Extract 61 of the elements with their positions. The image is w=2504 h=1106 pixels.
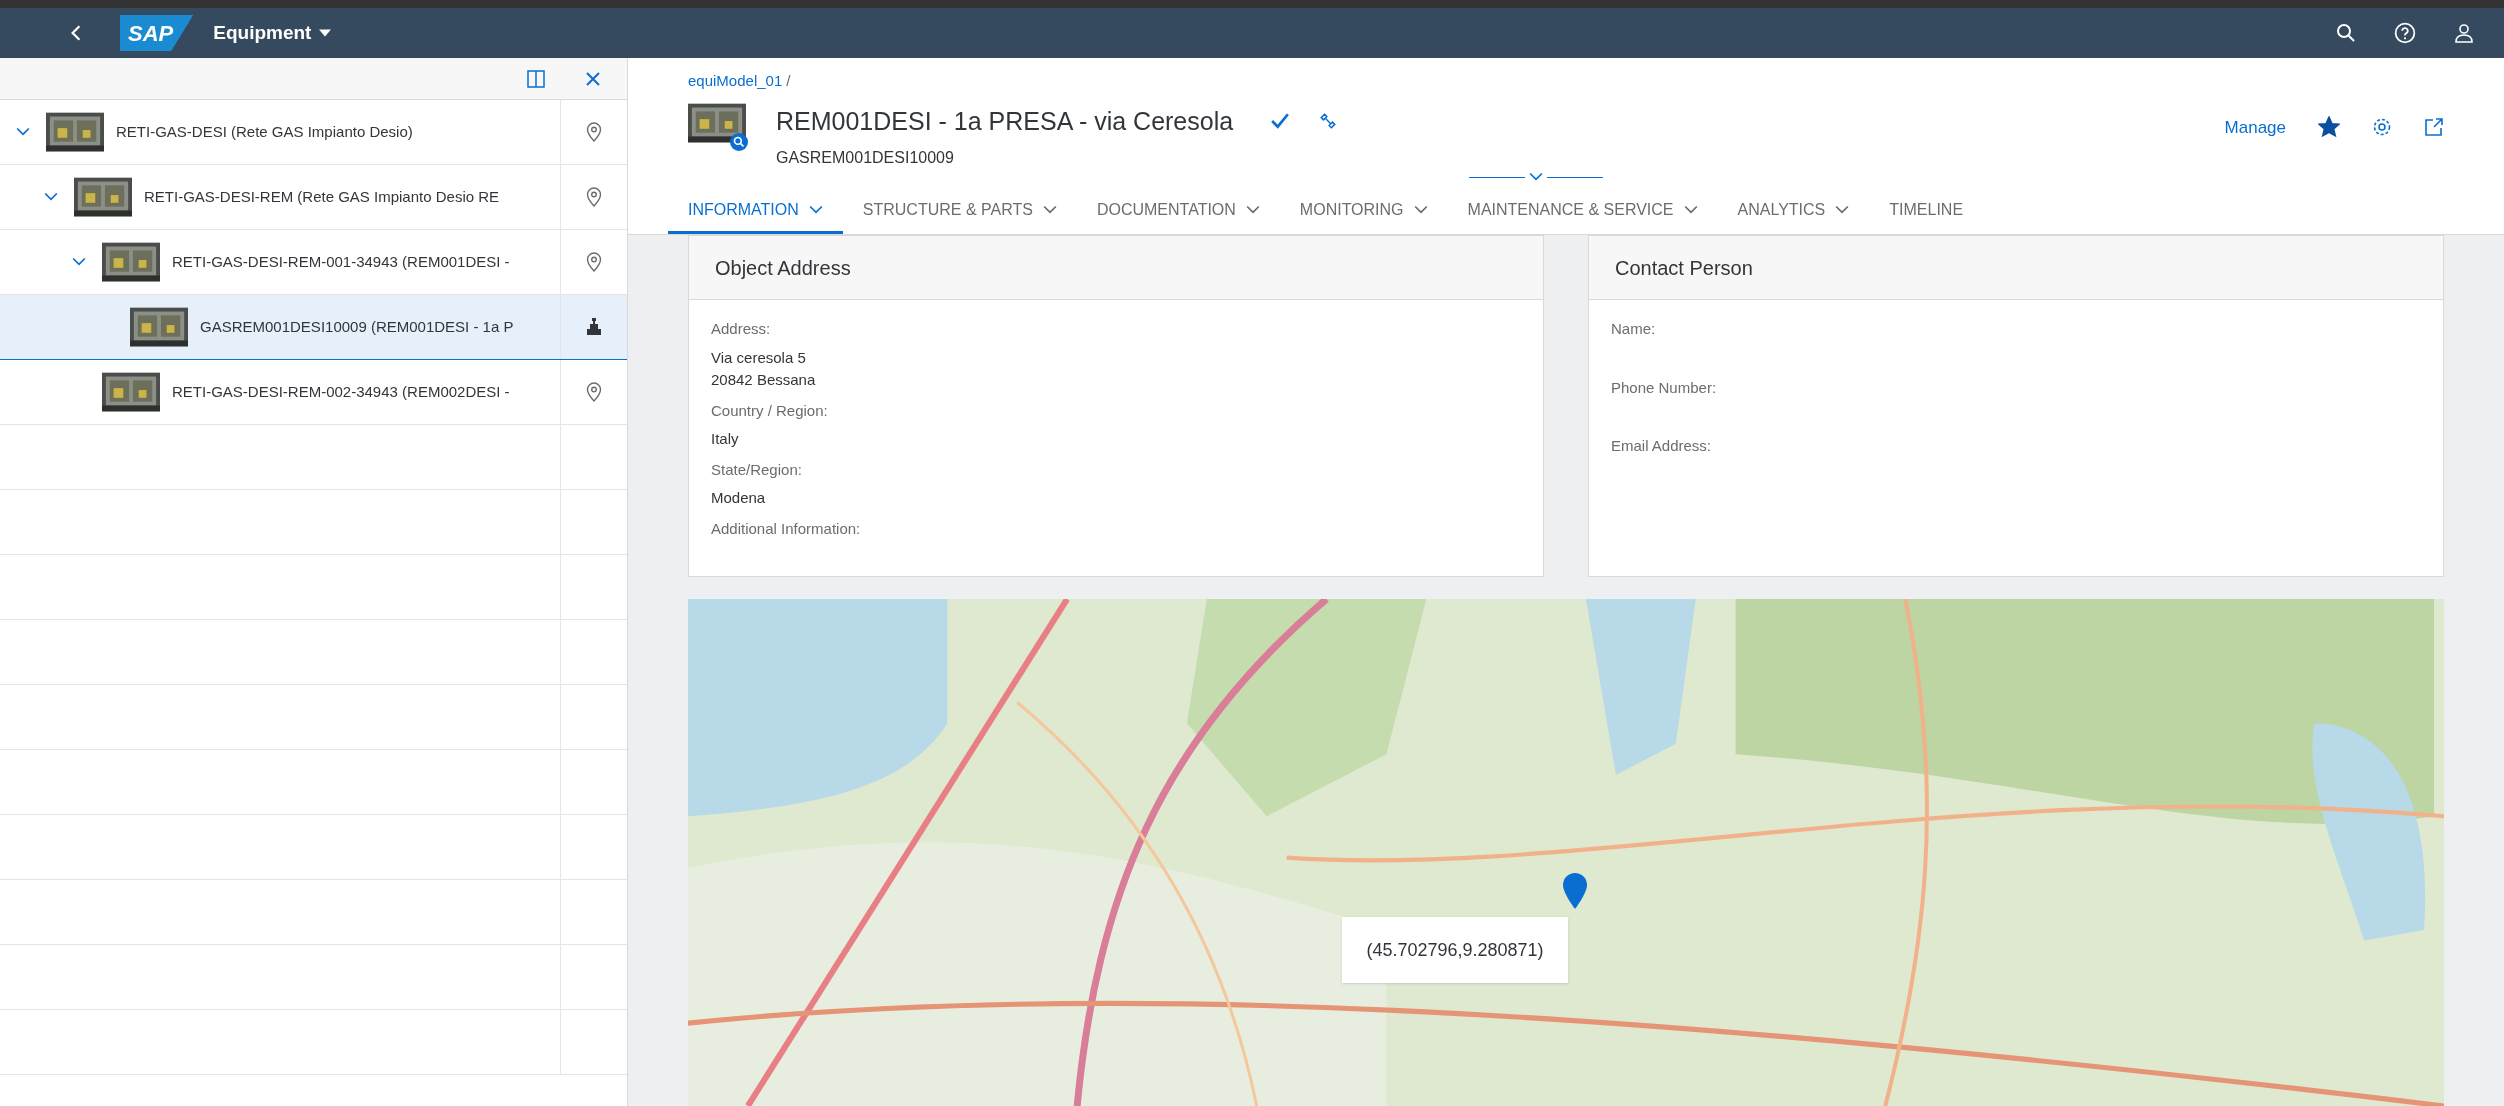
expand-chevron-icon[interactable] <box>44 192 58 202</box>
field-label: Name: <box>1611 319 1657 339</box>
tree-row[interactable]: RETI-GAS-DESI-REM-001-34943 (REM001DESI - <box>0 230 627 295</box>
tab[interactable]: MONITORING <box>1279 188 1448 234</box>
location-pin-icon[interactable] <box>586 187 602 207</box>
object-id: GASREM001DESI10009 <box>776 148 955 168</box>
field-label: Phone Number: <box>1611 377 1718 398</box>
valve-icon[interactable] <box>586 317 602 337</box>
expand-chevron-icon[interactable] <box>16 127 30 137</box>
app-title-menu[interactable]: Equipment <box>213 18 332 48</box>
favorite-star-icon[interactable] <box>2318 116 2340 139</box>
help-icon[interactable] <box>2394 22 2416 44</box>
tab[interactable]: MAINTENANCE & SERVICE <box>1447 188 1718 234</box>
tab[interactable]: STRUCTURE & PARTS <box>842 188 1077 234</box>
field-value: Via ceresola 5 <box>711 347 807 368</box>
search-icon[interactable] <box>2336 23 2356 43</box>
breadcrumb-separator: / <box>786 71 791 91</box>
tree-row[interactable]: RETI-GAS-DESI-REM (Rete GAS Impianto Desio RE <box>0 165 627 230</box>
field-value: Italy <box>711 429 740 449</box>
tab[interactable]: TIMELINE <box>1869 188 1984 234</box>
split-view-icon[interactable] <box>527 69 545 88</box>
location-pin-icon[interactable] <box>586 252 602 272</box>
location-pin-icon[interactable] <box>586 382 602 402</box>
dropdown-icon <box>319 29 332 37</box>
card-title: Contact Person <box>1615 255 1753 281</box>
field-value: Modena <box>711 488 767 508</box>
map-pin-icon[interactable] <box>1562 873 1588 909</box>
object-title: REM001DESI - 1a PRESA - via Ceresola <box>776 105 1234 137</box>
field-label: Address: <box>711 319 772 339</box>
tree-item-label: RETI-GAS-DESI-REM (Rete GAS Impianto Desio RE <box>144 186 500 207</box>
tree-row[interactable]: RETI-GAS-DESI (Rete GAS Impianto Desio) <box>0 100 627 165</box>
field-label: Email Address: <box>1611 436 1713 456</box>
close-icon[interactable] <box>585 70 601 87</box>
card-title: Object Address <box>715 255 851 281</box>
tree-item-label: RETI-GAS-DESI-REM-002-34943 (REM002DESI - <box>172 381 510 402</box>
field-label: State/Region: <box>711 459 803 480</box>
tree-item-label: RETI-GAS-DESI (Rete GAS Impianto Desio) <box>116 121 413 142</box>
map[interactable]: (45.702796,9.280871) <box>688 599 2444 1106</box>
logo: SAP <box>120 15 194 51</box>
coordinates-tooltip: (45.702796,9.280871) <box>1342 917 1568 983</box>
check-icon <box>1271 113 1290 130</box>
zoom-badge-icon[interactable] <box>730 132 748 151</box>
expand-chevron-icon[interactable] <box>72 257 86 267</box>
field-label: Additional Information: <box>711 518 862 539</box>
breadcrumb-link[interactable]: equiModel_01 <box>688 70 783 93</box>
tree-item-label: GASREM001DESI10009 (REM001DESI - 1a P <box>200 316 514 337</box>
tree-row[interactable]: GASREM001DESI10009 (REM001DESI - 1a P <box>0 295 627 360</box>
collapse-header-icon[interactable] <box>1529 172 1543 182</box>
tree-row[interactable]: RETI-GAS-DESI-REM-002-34943 (REM002DESI - <box>0 360 627 425</box>
manage-button[interactable]: Manage <box>2224 114 2286 140</box>
share-icon[interactable] <box>2424 117 2444 138</box>
tree-item-label: RETI-GAS-DESI-REM-001-34943 (REM001DESI - <box>172 251 510 272</box>
field-label: Country / Region: <box>711 400 829 421</box>
settings-icon[interactable] <box>2372 117 2392 138</box>
user-icon[interactable] <box>2454 22 2474 44</box>
field-value: 20842 Bessana <box>711 370 817 390</box>
tab[interactable]: ANALYTICS <box>1717 188 1870 234</box>
tab[interactable]: DOCUMENTATION <box>1076 188 1280 234</box>
link-icon[interactable] <box>1319 112 1338 131</box>
location-pin-icon[interactable] <box>586 122 602 142</box>
back-icon[interactable] <box>70 24 82 42</box>
